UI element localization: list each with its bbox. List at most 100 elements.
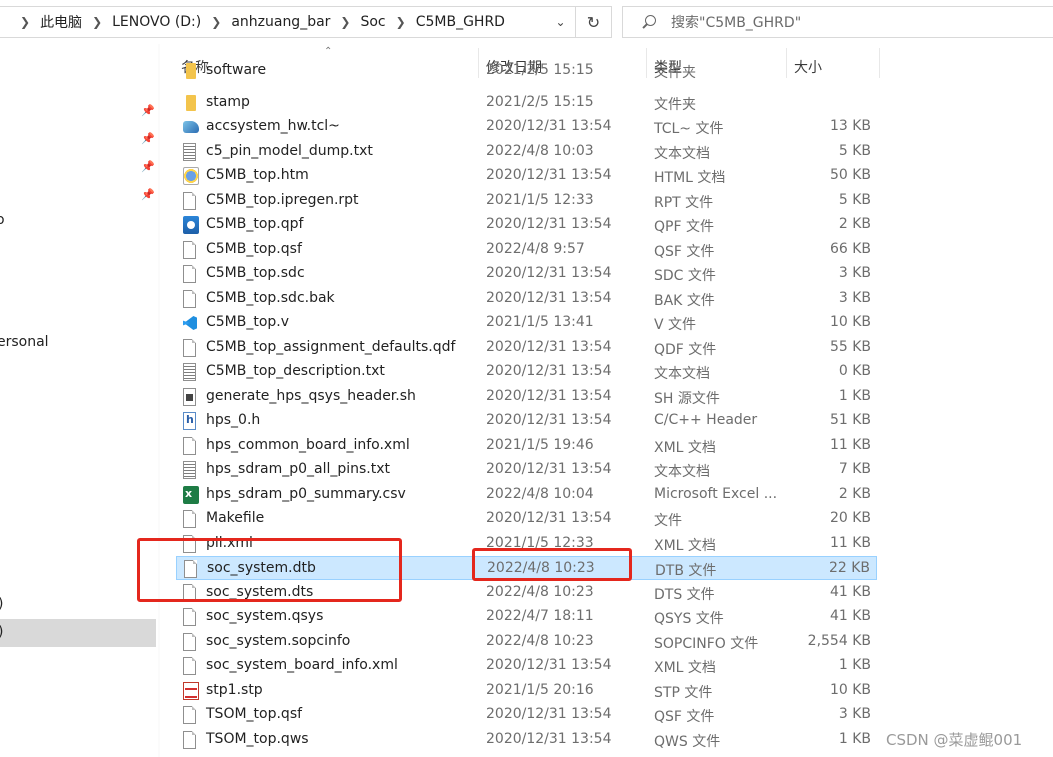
- file-row[interactable]: Makefile 2020/12/31 13:54 文件 20 KB: [176, 507, 877, 531]
- file-row[interactable]: TSOM_top.qws 2020/12/31 13:54 QWS 文件 1 KB: [176, 728, 877, 752]
- file-date: 2020/12/31 13:54: [486, 216, 612, 232]
- file-size: 2 KB: [838, 216, 871, 232]
- annotation-box-filename: [137, 538, 402, 602]
- file-row[interactable]: C5MB_top.htm 2020/12/31 13:54 HTML 文档 50 KB: [176, 164, 877, 188]
- pin-icon[interactable]: 📌: [141, 132, 155, 145]
- file-row[interactable]: hps_sdram_p0_all_pins.txt 2020/12/31 13:5…: [176, 458, 877, 482]
- search-box[interactable]: 搜索"C5MB_GHRD": [622, 6, 1053, 38]
- file-name: TSOM_top.qws: [206, 730, 309, 747]
- file-date: 2022/4/8 10:23: [486, 583, 594, 600]
- file-icon: [183, 510, 196, 528]
- file-type: QSF 文件: [654, 709, 715, 725]
- file-row[interactable]: generate_hps_qsys_header.sh 2020/12/31 13…: [176, 385, 877, 409]
- file-row[interactable]: c5_pin_model_dump.txt 2022/4/8 10:03 文本文档 5…: [176, 140, 877, 164]
- file-row[interactable]: C5MB_top.qpf 2020/12/31 13:54 QPF 文件 2 KB: [176, 213, 877, 237]
- breadcrumb-c5mb-ghrd[interactable]: C5MB_GHRD: [416, 14, 505, 30]
- file-row[interactable]: soc_system_board_info.xml 2020/12/31 13:5…: [176, 654, 877, 678]
- chevron-right-icon[interactable]: ❯: [340, 15, 350, 29]
- file-row[interactable]: C5MB_top.ipregen.rpt 2021/1/5 12:33 RPT 文件…: [176, 189, 877, 213]
- excel-file-icon: [183, 485, 199, 504]
- file-type: 文本文档: [654, 464, 710, 480]
- file-row[interactable]: C5MB_top.qsf 2022/4/8 9:57 QSF 文件 66 KB: [176, 238, 877, 262]
- address-bar[interactable]: ❯ 此电脑 ❯ LENOVO (D:) ❯ anhzuang_bar ❯ Soc…: [0, 6, 612, 38]
- file-size: 11 KB: [829, 534, 871, 551]
- text-file-icon: [183, 461, 196, 479]
- file-type: QPF 文件: [654, 219, 714, 235]
- chevron-right-icon[interactable]: ❯: [396, 15, 406, 29]
- file-date: 2021/1/5 20:16: [486, 681, 594, 698]
- chevron-right-icon[interactable]: ❯: [20, 15, 30, 29]
- nav-item-partial[interactable]: ): [0, 596, 3, 612]
- nav-item-selected[interactable]: ): [0, 619, 156, 647]
- text-file-icon: [183, 142, 196, 161]
- file-name: C5MB_top.v: [206, 314, 290, 330]
- file-date: 2022/4/8 10:03: [486, 142, 594, 159]
- file-row[interactable]: C5MB_top_assignment_defaults.qdf 2020/12/…: [176, 336, 877, 360]
- file-name: c5_pin_model_dump.txt: [206, 142, 373, 159]
- file-row[interactable]: stp1.stp 2021/1/5 20:16 STP 文件 10 KB: [176, 679, 877, 703]
- file-date: 2021/1/5 13:41: [486, 314, 594, 330]
- file-row[interactable]: stamp 2021/2/5 15:15 文件夹: [176, 91, 877, 115]
- refresh-icon[interactable]: ↻: [575, 7, 611, 37]
- file-icon: [183, 289, 196, 308]
- chevron-right-icon[interactable]: ❯: [211, 15, 221, 29]
- column-divider[interactable]: [879, 48, 880, 78]
- file-name: accsystem_hw.tcl~: [206, 118, 340, 134]
- file-row[interactable]: hps_0.h 2020/12/31 13:54 C/C++ Header 51 KB: [176, 409, 877, 433]
- file-icon: [183, 436, 196, 455]
- search-placeholder: 搜索"C5MB_GHRD": [671, 15, 802, 31]
- file-type: 文件夹: [654, 65, 696, 81]
- file-name: C5MB_top.htm: [206, 167, 309, 183]
- file-icon: [183, 657, 196, 675]
- file-row[interactable]: C5MB_top.sdc 2020/12/31 13:54 SDC 文件 3 KB: [176, 262, 877, 286]
- file-row[interactable]: TSOM_top.qsf 2020/12/31 13:54 QSF 文件 3 KB: [176, 703, 877, 727]
- file-row[interactable]: hps_common_board_info.xml 2021/1/5 19:46 X…: [176, 434, 877, 458]
- file-size: 13 KB: [829, 118, 871, 134]
- file-row[interactable]: C5MB_top.v 2021/1/5 13:41 V 文件 10 KB: [176, 311, 877, 335]
- file-row[interactable]: software 2021/2/5 15:15 文件夹: [176, 59, 877, 83]
- file-size: 0 KB: [838, 363, 871, 379]
- file-row[interactable]: soc_system.sopcinfo 2022/4/8 10:23 SOPCINF…: [176, 630, 877, 654]
- file-date: 2022/4/7 18:11: [486, 608, 594, 624]
- folder-icon: [186, 63, 196, 79]
- file-icon: [183, 730, 196, 749]
- file-icon: [183, 240, 196, 259]
- breadcrumb-this-pc[interactable]: 此电脑: [40, 12, 82, 32]
- file-row[interactable]: C5MB_top.sdc.bak 2020/12/31 13:54 BAK 文件 3 …: [176, 287, 877, 311]
- file-name: hps_sdram_p0_all_pins.txt: [206, 461, 391, 477]
- breadcrumb-anhzuang-bar[interactable]: anhzuang_bar: [231, 14, 330, 30]
- file-type: QDF 文件: [654, 341, 717, 358]
- file-date: 2020/12/31 13:54: [486, 657, 612, 673]
- chevron-down-icon[interactable]: ⌄: [545, 7, 575, 37]
- pin-icon[interactable]: 📌: [141, 160, 155, 173]
- file-type: XML 文档: [654, 537, 716, 554]
- pin-icon[interactable]: 📌: [141, 104, 155, 117]
- file-name: Makefile: [206, 510, 265, 526]
- file-type: 文本文档: [654, 145, 710, 162]
- file-name: C5MB_top.ipregen.rpt: [206, 191, 359, 208]
- file-date: 2021/2/5 15:15: [486, 62, 594, 78]
- file-row[interactable]: soc_system.qsys 2022/4/7 18:11 QSYS 文件 41 K…: [176, 605, 877, 629]
- file-size: 1 KB: [838, 387, 871, 404]
- pin-icon[interactable]: 📌: [141, 188, 155, 201]
- annotation-box-date: [472, 548, 632, 581]
- file-size: 1 KB: [838, 730, 871, 747]
- sort-ascending-icon: ⌃: [324, 46, 333, 57]
- breadcrumb-drive[interactable]: LENOVO (D:): [112, 14, 201, 30]
- nav-item-personal[interactable]: ersonal: [0, 334, 49, 350]
- file-row[interactable]: C5MB_top_description.txt 2020/12/31 13:54…: [176, 360, 877, 384]
- file-name: software: [206, 62, 267, 78]
- file-name: soc_system_board_info.xml: [206, 657, 398, 673]
- pane-divider[interactable]: [158, 44, 160, 757]
- file-type: XML 文档: [654, 660, 716, 676]
- file-type: SDC 文件: [654, 268, 716, 284]
- chevron-right-icon[interactable]: ❯: [92, 15, 102, 29]
- breadcrumb-soc[interactable]: Soc: [360, 14, 385, 30]
- file-size: 3 KB: [838, 265, 871, 281]
- file-name: hps_sdram_p0_summary.csv: [206, 485, 406, 502]
- file-name: C5MB_top.sdc.bak: [206, 289, 335, 306]
- nav-item-partial[interactable]: o: [0, 212, 5, 228]
- file-row[interactable]: hps_sdram_p0_summary.csv 2022/4/8 10:04 Mi…: [176, 483, 877, 507]
- file-row[interactable]: accsystem_hw.tcl~ 2020/12/31 13:54 TCL~ 文件…: [176, 115, 877, 139]
- file-type: QWS 文件: [654, 733, 721, 750]
